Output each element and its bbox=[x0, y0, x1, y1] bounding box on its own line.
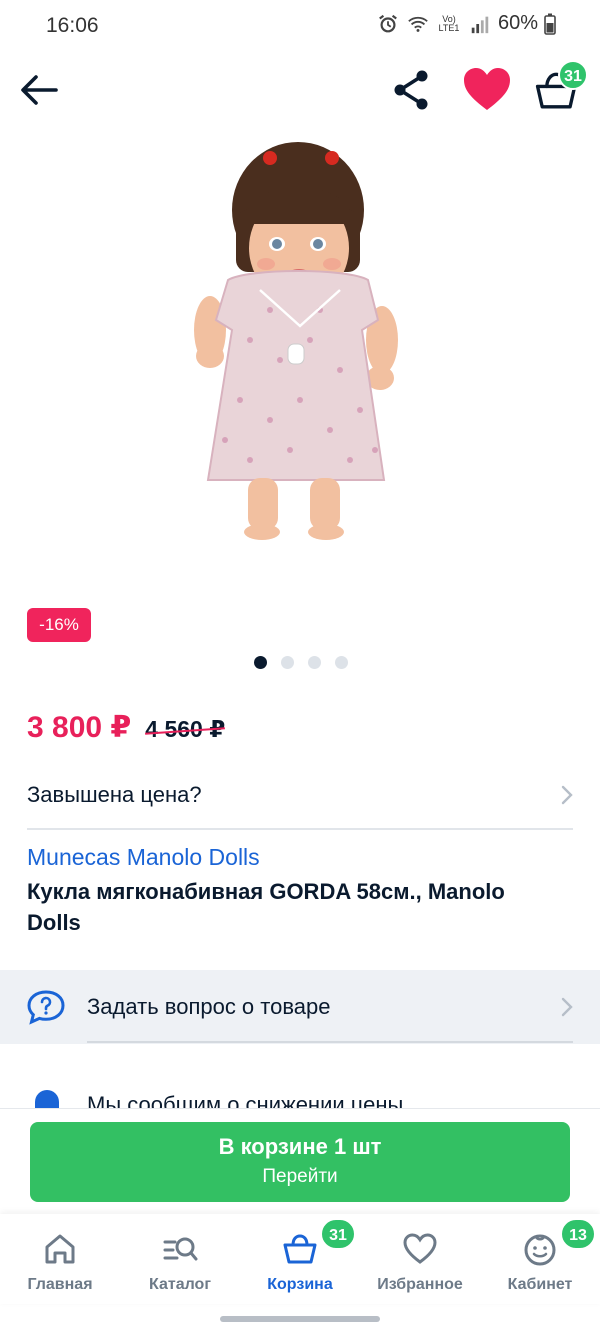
product-header: 31 bbox=[0, 58, 600, 122]
chevron-right-icon bbox=[561, 785, 573, 805]
network-label: Vo) LTE1 bbox=[438, 13, 460, 33]
gallery-pagination bbox=[254, 656, 348, 669]
tab-cart[interactable]: 31 Корзина bbox=[240, 1214, 360, 1304]
alarm-icon bbox=[379, 14, 397, 32]
old-price: 4 560 ₽ bbox=[145, 716, 226, 742]
current-price: 3 800 ₽ bbox=[27, 711, 132, 744]
price-row: 3 800 ₽ 4 560 ₽ bbox=[27, 710, 225, 745]
tab-label: Избранное bbox=[377, 1276, 463, 1293]
brand-link[interactable]: Munecas Manolo Dolls bbox=[27, 844, 260, 871]
home-indicator[interactable] bbox=[220, 1316, 380, 1322]
status-icons: Vo) LTE1 60% bbox=[376, 12, 556, 35]
tab-home[interactable]: Главная bbox=[0, 1214, 120, 1304]
battery-icon bbox=[544, 13, 556, 35]
signal-icon bbox=[471, 16, 489, 33]
wifi-icon bbox=[408, 16, 428, 32]
heart-outline-icon bbox=[403, 1233, 437, 1264]
divider bbox=[87, 1041, 573, 1043]
profile-face-icon bbox=[524, 1234, 556, 1266]
ask-question-row[interactable]: Задать вопрос о товаре bbox=[0, 970, 600, 1044]
status-bar: 16:06 Vo) LTE1 60% bbox=[0, 0, 600, 54]
status-time: 16:06 bbox=[46, 14, 99, 37]
home-icon bbox=[45, 1234, 75, 1264]
product-title: Кукла мягконабивная GORDA 58см., Manolo … bbox=[27, 879, 505, 935]
overpriced-label: Завышена цена? bbox=[27, 782, 202, 807]
favorite-heart-icon[interactable] bbox=[462, 66, 512, 114]
basket-icon bbox=[283, 1234, 317, 1264]
ask-question-label: Задать вопрос о товаре bbox=[87, 994, 331, 1019]
cart-count-badge: 31 bbox=[558, 60, 588, 90]
in-cart-subtitle: Перейти bbox=[262, 1166, 338, 1187]
bottom-tab-bar: Главная Каталог 31 Корзина Избранное 13 … bbox=[0, 1214, 600, 1304]
go-to-cart-button[interactable]: В корзине 1 шт Перейти bbox=[30, 1122, 570, 1202]
gallery-dot-2[interactable] bbox=[281, 656, 294, 669]
tab-label: Кабинет bbox=[507, 1276, 573, 1293]
chevron-right-icon bbox=[561, 997, 573, 1017]
divider bbox=[27, 828, 573, 830]
product-image[interactable] bbox=[150, 140, 450, 550]
bottom-action-panel: В корзине 1 шт Перейти bbox=[0, 1108, 600, 1214]
overpriced-report-link[interactable]: Завышена цена? bbox=[0, 770, 600, 820]
question-chat-icon bbox=[27, 990, 65, 1025]
tab-account-badge: 13 bbox=[560, 1218, 596, 1250]
tab-account[interactable]: 13 Кабинет bbox=[480, 1214, 600, 1304]
in-cart-title: В корзине 1 шт bbox=[218, 1134, 382, 1159]
battery-percent: 60% bbox=[497, 12, 538, 34]
tab-cart-badge: 31 bbox=[320, 1218, 356, 1250]
tab-label: Главная bbox=[27, 1276, 93, 1293]
tab-catalog[interactable]: Каталог bbox=[120, 1214, 240, 1304]
gallery-dot-3[interactable] bbox=[308, 656, 321, 669]
gallery-dot-4[interactable] bbox=[335, 656, 348, 669]
gallery-dot-1[interactable] bbox=[254, 656, 267, 669]
tab-label: Корзина bbox=[267, 1276, 333, 1293]
header-cart-button[interactable]: 31 bbox=[532, 60, 588, 116]
tab-label: Каталог bbox=[149, 1276, 211, 1293]
back-arrow-icon[interactable] bbox=[16, 66, 64, 114]
catalog-search-icon bbox=[163, 1237, 198, 1261]
discount-badge: -16% bbox=[27, 608, 91, 642]
share-icon[interactable] bbox=[388, 66, 436, 114]
tab-favorites[interactable]: Избранное bbox=[360, 1214, 480, 1304]
